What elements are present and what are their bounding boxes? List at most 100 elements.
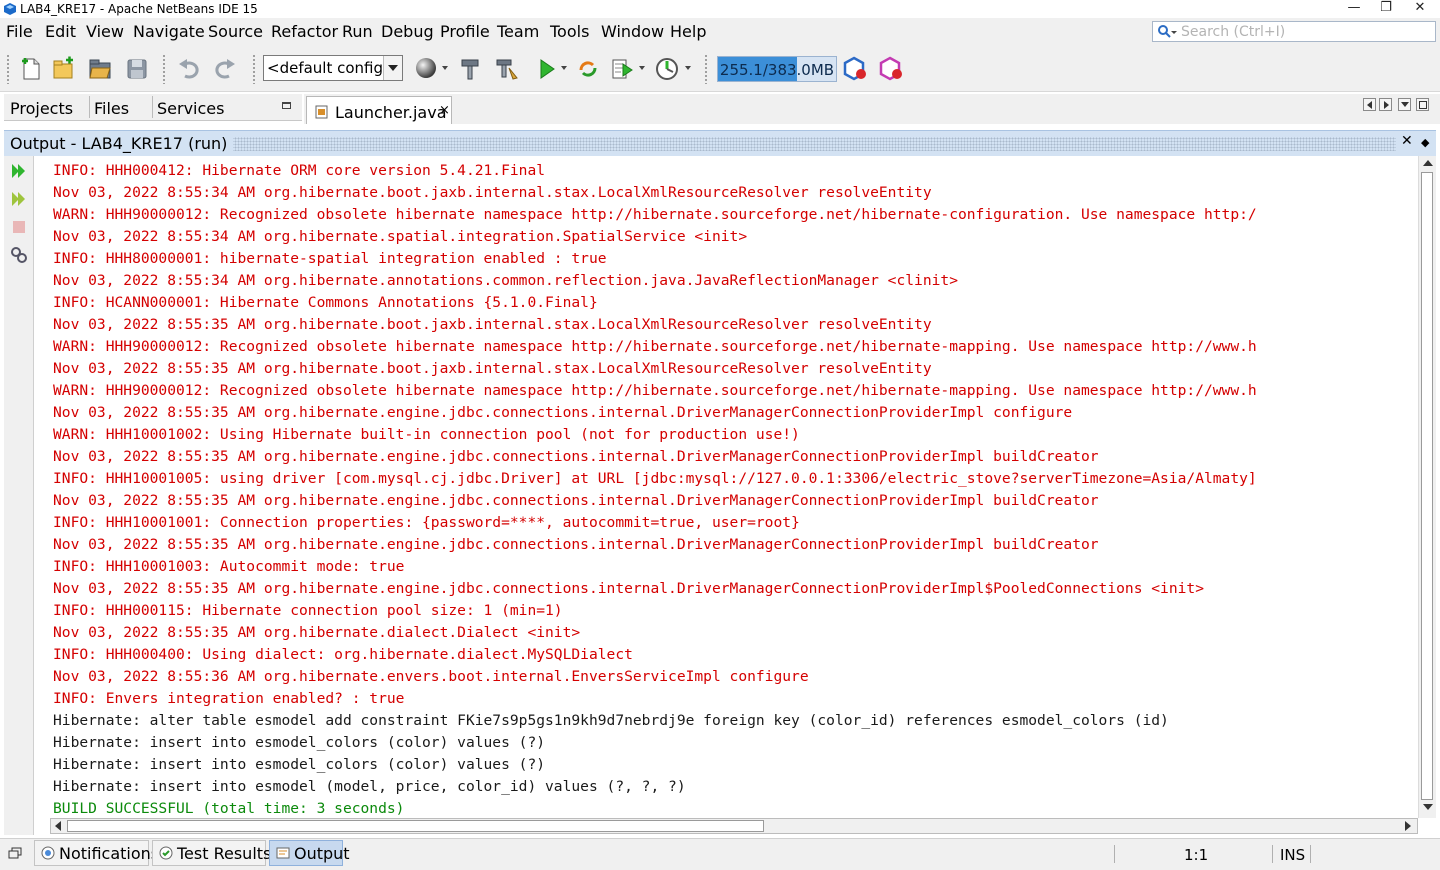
search-input[interactable]	[1181, 23, 1431, 40]
output-window-menu-button[interactable]: ◆	[1421, 136, 1429, 149]
scroll-up-icon[interactable]	[1423, 160, 1433, 166]
open-project-button[interactable]	[87, 56, 113, 82]
memory-usage-indicator[interactable]: 255.1/383.0MB	[717, 56, 837, 82]
menu-view[interactable]: View	[86, 22, 124, 42]
tab-files[interactable]: Files	[94, 100, 129, 118]
minimize-window-group-button[interactable]	[282, 102, 291, 109]
menu-refactor[interactable]: Refactor	[271, 22, 338, 42]
run-dropdown-caret[interactable]	[561, 66, 567, 70]
profile-ide-button[interactable]	[843, 56, 869, 82]
main-toolbar: <default config> 255.1/383.0MB	[0, 46, 1440, 92]
settings-icon[interactable]	[10, 246, 28, 264]
menu-profile[interactable]: Profile	[440, 22, 490, 42]
menu-team[interactable]: Team	[497, 22, 539, 42]
output-line: INFO: HHH000412: Hibernate ORM core vers…	[53, 162, 546, 179]
output-line: WARN: HHH90000012: Recognized obsolete h…	[53, 382, 1257, 399]
profile-ide-snapshot-button[interactable]	[879, 56, 905, 82]
output-line: Nov 03, 2022 8:55:35 AM org.hibernate.di…	[53, 624, 581, 641]
output-line: INFO: HHH80000001: hibernate-spatial int…	[53, 250, 607, 267]
output-line: Hibernate: insert into esmodel_colors (c…	[53, 734, 546, 751]
output-toggle-button[interactable]: Output	[269, 840, 350, 866]
profile-dropdown-caret[interactable]	[685, 66, 691, 70]
new-file-icon	[22, 58, 40, 80]
vertical-scrollbar[interactable]	[1418, 156, 1436, 818]
java-file-icon	[315, 105, 328, 119]
output-line: INFO: HHH000400: Using dialect: org.hibe…	[53, 646, 633, 663]
stop-icon[interactable]	[10, 218, 28, 236]
new-file-button[interactable]	[18, 56, 44, 82]
debug-dropdown-caret[interactable]	[639, 66, 645, 70]
toolbar-grip[interactable]	[252, 54, 256, 84]
save-all-button[interactable]	[124, 56, 150, 82]
tab-projects[interactable]: Projects	[10, 100, 73, 118]
toolbar-grip[interactable]	[6, 54, 10, 84]
maximize-editor-button[interactable]	[1416, 98, 1429, 111]
output-line: Hibernate: insert into esmodel (model, p…	[53, 778, 686, 795]
toggle-windows-icon[interactable]	[8, 847, 22, 859]
test-results-button[interactable]: Test Results	[152, 840, 271, 866]
minimize-button[interactable]: —	[1338, 0, 1370, 18]
scroll-tabs-left-button[interactable]	[1363, 98, 1376, 111]
debug-icon	[612, 59, 633, 79]
horizontal-scroll-thumb[interactable]	[67, 820, 764, 832]
output-line: Nov 03, 2022 8:55:35 AM org.hibernate.en…	[53, 580, 1204, 597]
search-box[interactable]	[1152, 21, 1436, 42]
menu-source[interactable]: Source	[208, 22, 263, 42]
browser-dropdown-caret[interactable]	[442, 66, 448, 70]
caret-position: 1:1	[1184, 846, 1209, 864]
reload-button[interactable]	[576, 56, 602, 82]
close-output-button[interactable]: ✕	[1401, 133, 1413, 149]
output-line: Nov 03, 2022 8:55:35 AM org.hibernate.bo…	[53, 316, 932, 333]
close-window-button[interactable]: ✕	[1404, 0, 1436, 18]
menu-window[interactable]: Window	[601, 22, 664, 42]
menu-debug[interactable]: Debug	[381, 22, 434, 42]
menu-help[interactable]: Help	[670, 22, 706, 42]
restore-button[interactable]: ❐	[1370, 0, 1402, 18]
rerun-icon[interactable]	[10, 162, 28, 180]
editor-tab-label: Launcher.java	[335, 103, 447, 122]
output-text-area[interactable]: INFO: HHH000412: Hibernate ORM core vers…	[34, 156, 1418, 818]
undo-button[interactable]	[176, 56, 202, 82]
tab-launcher-java[interactable]: Launcher.java ×	[306, 96, 452, 124]
rerun-with-options-icon[interactable]	[10, 190, 28, 208]
output-line: Hibernate: alter table esmodel add const…	[53, 712, 1169, 729]
output-icon	[276, 847, 290, 859]
menu-file[interactable]: File	[6, 22, 33, 42]
memory-usage-label: 255.1/383.0MB	[719, 61, 835, 79]
menu-edit[interactable]: Edit	[45, 22, 76, 42]
debug-project-button[interactable]	[610, 56, 636, 82]
chevron-down-icon[interactable]	[383, 56, 402, 80]
horizontal-scrollbar[interactable]	[50, 818, 1418, 834]
menu-tools[interactable]: Tools	[550, 22, 589, 42]
build-project-button[interactable]	[458, 56, 484, 82]
scroll-left-icon[interactable]	[55, 821, 61, 831]
show-opened-documents-button[interactable]	[1398, 98, 1411, 111]
output-window-title: Output - LAB4_KRE17 (run)	[10, 134, 234, 153]
tab-divider	[152, 96, 153, 118]
profile-project-button[interactable]	[655, 56, 681, 82]
menu-run[interactable]: Run	[342, 22, 373, 42]
vertical-scroll-thumb[interactable]	[1421, 172, 1433, 800]
output-line: Nov 03, 2022 8:55:35 AM org.hibernate.en…	[53, 448, 1099, 465]
scroll-tabs-right-button[interactable]	[1379, 98, 1392, 111]
redo-button[interactable]	[212, 56, 238, 82]
output-toggle-label: Output	[294, 844, 350, 863]
configuration-select[interactable]: <default config>	[263, 55, 403, 81]
output-action-gutter	[4, 156, 34, 835]
run-project-button[interactable]	[534, 56, 560, 82]
run-icon	[540, 59, 555, 79]
notifications-label: Notifications	[59, 844, 160, 863]
scroll-right-icon[interactable]	[1405, 821, 1411, 831]
scroll-down-icon[interactable]	[1423, 804, 1433, 810]
profile-snapshot-icon	[879, 56, 902, 81]
clean-and-build-button[interactable]	[494, 56, 520, 82]
notifications-button[interactable]: Notifications	[34, 840, 159, 866]
header-drag-area[interactable]	[216, 137, 1396, 151]
close-tab-button[interactable]: ×	[439, 103, 450, 118]
tab-services[interactable]: Services	[157, 100, 224, 118]
toolbar-grip[interactable]	[704, 54, 708, 84]
menu-navigate[interactable]: Navigate	[133, 22, 205, 42]
toolbar-grip[interactable]	[162, 54, 166, 84]
set-project-browser-button[interactable]	[414, 56, 440, 82]
new-project-button[interactable]	[50, 56, 76, 82]
